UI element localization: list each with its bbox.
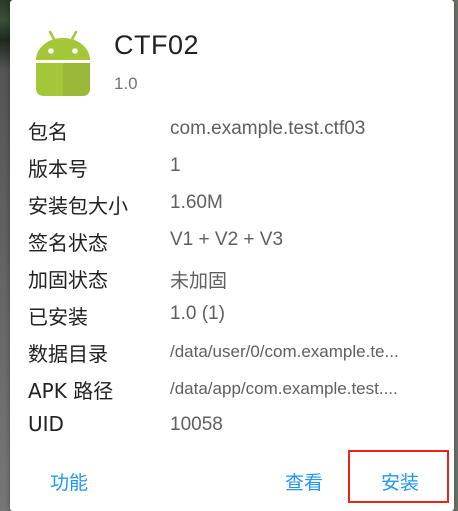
info-label: 加固状态 (28, 268, 108, 292)
info-label: 包名 (28, 120, 68, 144)
dialog-header: CTF02 1.0 (10, 0, 454, 108)
info-row-installed: 已安装 1.0 (1) (28, 297, 448, 334)
info-row-package-name: 包名 com.example.test.ctf03 (28, 112, 448, 149)
info-row-hardening-status: 加固状态 未加固 (28, 260, 448, 297)
info-label: 版本号 (28, 157, 88, 181)
app-version: 1.0 (114, 74, 138, 93)
function-button[interactable]: 功能 (50, 468, 88, 495)
background-app-strip-right (454, 0, 458, 511)
info-label: 签名状态 (28, 231, 108, 255)
info-value: /data/user/0/com.example.te... (170, 342, 399, 361)
android-robot-icon (36, 30, 90, 96)
info-value: 1.0 (1) (170, 303, 225, 324)
info-row-apk-path: APK 路径 /data/app/com.example.test.... (28, 371, 448, 408)
info-value: 1 (170, 155, 181, 176)
info-row-package-size: 安装包大小 1.60M (28, 186, 448, 223)
view-button[interactable]: 查看 (285, 468, 323, 495)
info-value: 10058 (170, 414, 223, 435)
info-label: 数据目录 (28, 342, 108, 366)
screen: CTF02 1.0 包名 com.example.test.ctf03 版本号 … (0, 0, 458, 511)
app-name: CTF02 (114, 30, 200, 60)
info-row-data-directory: 数据目录 /data/user/0/com.example.te... (28, 334, 448, 371)
install-button[interactable]: 安装 (381, 468, 419, 495)
info-label: 安装包大小 (28, 194, 128, 218)
info-value: 未加固 (170, 270, 228, 292)
info-value: com.example.test.ctf03 (170, 118, 366, 139)
info-value: 1.60M (170, 192, 223, 213)
info-label: 已安装 (28, 305, 88, 329)
info-row-uid: UID 10058 (28, 408, 448, 445)
info-value: V1 + V2 + V3 (170, 229, 284, 250)
dialog-actions: 功能 查看 安装 (10, 452, 454, 511)
info-row-version-code: 版本号 1 (28, 149, 448, 186)
info-label: APK 路径 (28, 379, 114, 403)
info-label: UID (28, 412, 64, 436)
apk-info-list: 包名 com.example.test.ctf03 版本号 1 安装包大小 1.… (28, 112, 448, 445)
info-value: /data/app/com.example.test.... (170, 379, 398, 398)
apk-info-dialog: CTF02 1.0 包名 com.example.test.ctf03 版本号 … (10, 0, 454, 511)
info-row-signature-status: 签名状态 V1 + V2 + V3 (28, 223, 448, 260)
